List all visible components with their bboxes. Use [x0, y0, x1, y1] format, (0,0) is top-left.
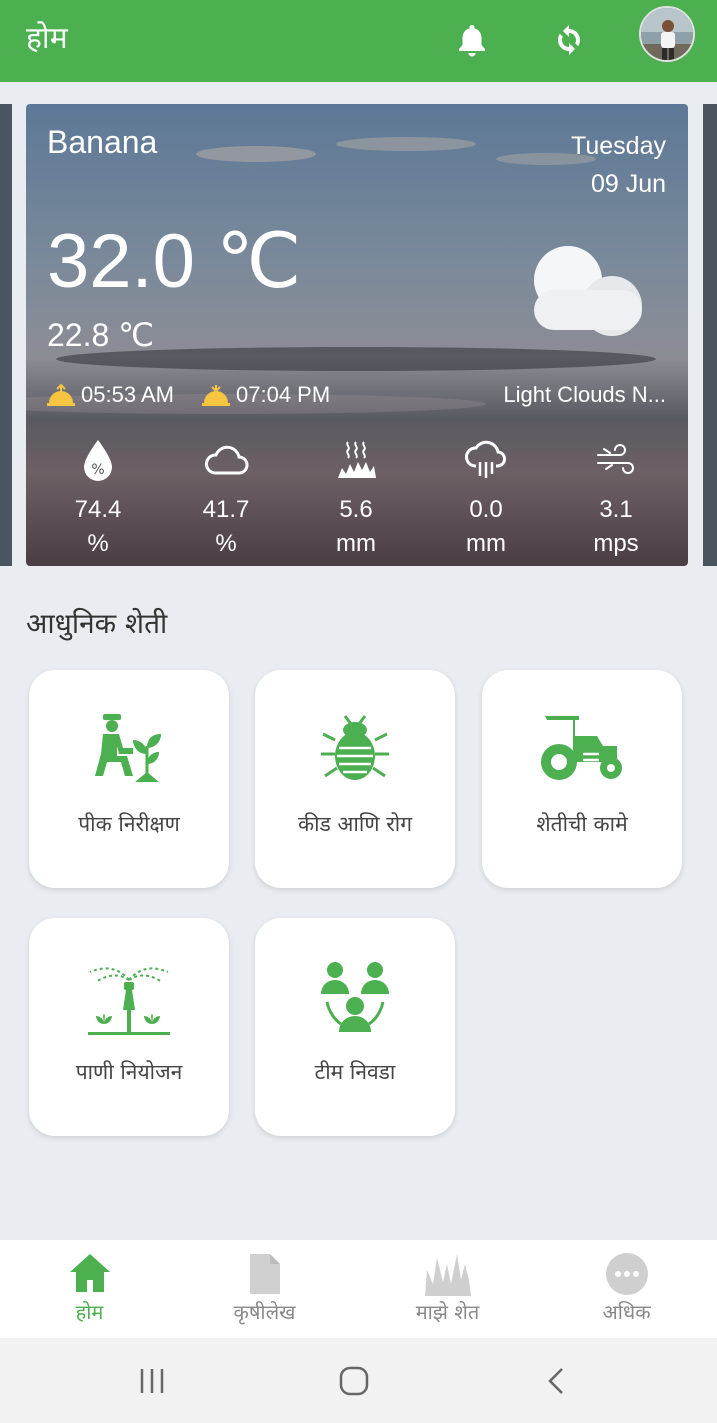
- nav-more[interactable]: अधिक: [537, 1240, 716, 1338]
- nav-label: माझे शेत: [415, 1300, 480, 1324]
- bottom-navigation: होम कृषीलेख माझे शेत अधिक: [0, 1240, 717, 1338]
- tile-label: पाणी नियोजन: [75, 1060, 183, 1084]
- sync-icon[interactable]: [543, 14, 595, 66]
- farm-grass-icon: [424, 1254, 471, 1296]
- tile-farm-work[interactable]: शेतीची कामे: [482, 670, 682, 888]
- sunset-icon: [202, 385, 230, 406]
- evaporation-icon: [338, 441, 376, 478]
- evaporation-stat: 5.6 mm: [306, 434, 406, 558]
- recent-apps-icon[interactable]: [122, 1360, 182, 1402]
- cloud-icon: [205, 445, 249, 475]
- tile-label: कीड आणि रोग: [297, 812, 413, 836]
- svg-text:%: %: [91, 462, 104, 478]
- tractor-icon: [541, 716, 622, 780]
- sunrise: 05:53 AM: [47, 382, 174, 408]
- weather-card[interactable]: Banana Tuesday 09 Jun 32.0 ℃ 22.8 ℃ 05:5…: [26, 104, 688, 566]
- system-navigation-bar: [0, 1338, 717, 1423]
- nav-articles[interactable]: कृषीलेख: [175, 1240, 354, 1338]
- prev-weather-card-edge[interactable]: [0, 104, 12, 566]
- tile-label: पीक निरीक्षण: [78, 812, 180, 836]
- tile-water-planning[interactable]: पाणी नियोजन: [29, 918, 229, 1136]
- tile-pests-diseases[interactable]: कीड आणि रोग: [255, 670, 455, 888]
- wind-unit: mps: [593, 530, 639, 557]
- moon-cloud-icon: [531, 212, 642, 336]
- evaporation-value: 5.6: [339, 496, 373, 523]
- tile-label: टीम निवडा: [314, 1060, 396, 1084]
- rain-icon: [465, 440, 506, 478]
- humidity-icon: %: [84, 440, 112, 481]
- min-temperature: 22.8 ℃: [47, 317, 155, 353]
- profile-avatar[interactable]: [639, 6, 695, 62]
- home-button-icon[interactable]: [324, 1360, 384, 1402]
- pest-bug-icon: [321, 715, 389, 780]
- rain-stat: 0.0 mm: [436, 434, 536, 558]
- sprinkler-icon: [88, 967, 170, 1035]
- weather-day: Tuesday: [571, 132, 666, 160]
- sunrise-time: 05:53 AM: [81, 382, 174, 407]
- tile-choose-team[interactable]: टीम निवडा: [255, 918, 455, 1136]
- home-icon: [69, 1254, 110, 1292]
- nav-label: अधिक: [602, 1300, 651, 1324]
- back-icon[interactable]: [526, 1360, 586, 1402]
- farmer-plant-icon: [95, 714, 161, 782]
- humidity-value: 74.4: [74, 496, 122, 523]
- cloud-stat: 41.7 %: [176, 434, 276, 558]
- humidity-unit: %: [87, 530, 109, 557]
- weather-date: 09 Jun: [590, 170, 666, 198]
- section-title: आधुनिक शेती: [26, 607, 168, 640]
- tile-crop-inspection[interactable]: पीक निरीक्षण: [29, 670, 229, 888]
- rain-unit: mm: [466, 530, 506, 557]
- nav-my-farm[interactable]: माझे शेत: [358, 1240, 537, 1338]
- app-bar: होम: [0, 0, 717, 82]
- evaporation-unit: mm: [336, 530, 376, 557]
- crop-name: Banana: [47, 124, 158, 160]
- document-icon: [249, 1254, 280, 1294]
- sunrise-icon: [47, 383, 75, 406]
- rain-value: 0.0: [469, 496, 503, 523]
- nav-home[interactable]: होम: [0, 1240, 179, 1338]
- humidity-stat: % 74.4 %: [48, 434, 148, 558]
- tile-label: शेतीची कामे: [536, 812, 628, 836]
- wind-icon: [597, 444, 634, 474]
- sunset-time: 07:04 PM: [236, 382, 331, 407]
- wind-stat: 3.1 mps: [566, 434, 666, 558]
- weather-description: Light Clouds N...: [503, 382, 666, 407]
- cloud-unit: %: [215, 530, 237, 557]
- max-temperature: 32.0 ℃: [47, 219, 302, 304]
- sunset: 07:04 PM: [202, 382, 330, 408]
- team-icon: [321, 962, 389, 1032]
- nav-label: कृषीलेख: [233, 1300, 296, 1324]
- nav-label: होम: [75, 1300, 104, 1324]
- more-icon: [605, 1253, 648, 1295]
- wind-value: 3.1: [599, 496, 633, 523]
- page-title: होम: [26, 21, 68, 56]
- next-weather-card-edge[interactable]: [703, 104, 717, 566]
- cloud-value: 41.7: [202, 496, 250, 523]
- bell-icon[interactable]: [446, 14, 498, 66]
